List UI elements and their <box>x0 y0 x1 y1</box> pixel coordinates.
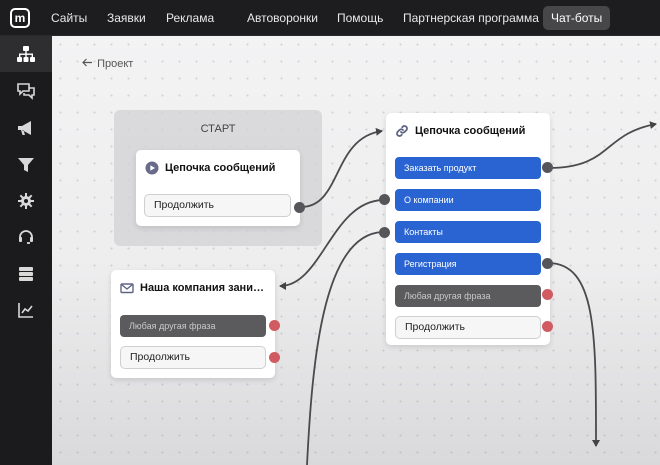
filter-icon[interactable] <box>15 154 37 176</box>
company-message-card[interactable]: Наша компания заним... Любая другая фраз… <box>111 270 275 378</box>
chain-continue-button[interactable]: Продолжить <box>395 316 541 339</box>
nav-item-help[interactable]: Помощь <box>337 0 383 36</box>
new-badge: new <box>211 0 224 3</box>
chain-button-registration[interactable]: Регистрация <box>395 253 541 275</box>
sidebar <box>0 36 52 465</box>
megaphone-icon[interactable] <box>15 117 37 139</box>
flow-canvas[interactable]: Проект СТАРТ Цепочка сообщений Продолжит… <box>52 36 660 465</box>
nav-item-partner-program[interactable]: Партнерская программа <box>403 0 539 36</box>
play-icon <box>145 161 159 180</box>
company-continue-connector[interactable] <box>269 352 280 363</box>
analytics-icon[interactable] <box>15 299 37 321</box>
order-product-connector[interactable] <box>542 162 553 173</box>
gear-icon[interactable] <box>15 190 37 212</box>
app-logo[interactable]: m <box>10 8 30 28</box>
chain-other-phrase-connector[interactable] <box>542 289 553 300</box>
chain-button-about-company[interactable]: О компании <box>395 189 541 211</box>
message-chain-card[interactable]: Цепочка сообщений Заказать продукт О ком… <box>386 113 550 345</box>
connection-lines <box>279 121 657 465</box>
nav-item-ads[interactable]: Реклама new <box>166 0 224 36</box>
chain-input-connector-1[interactable] <box>379 194 390 205</box>
chat-icon[interactable] <box>15 79 37 101</box>
start-card-title: Цепочка сообщений <box>165 162 276 174</box>
envelope-icon <box>120 281 134 300</box>
chain-button-order-product[interactable]: Заказать продукт <box>395 157 541 179</box>
chain-button-contacts[interactable]: Контакты <box>395 221 541 243</box>
start-continue-connector[interactable] <box>294 202 305 213</box>
database-icon[interactable] <box>15 263 37 285</box>
top-navigation-bar: m Сайты Заявки Реклама new Автоворонки П… <box>0 0 660 36</box>
company-card-title: Наша компания заним... <box>140 282 268 294</box>
nav-item-ads-label: Реклама <box>166 11 215 25</box>
company-other-phrase-connector[interactable] <box>269 320 280 331</box>
sitemap-icon[interactable] <box>15 43 37 65</box>
nav-item-autofunnels[interactable]: Автоворонки <box>247 0 318 36</box>
start-continue-button[interactable]: Продолжить <box>144 194 291 217</box>
chain-card-title: Цепочка сообщений <box>415 125 526 137</box>
nav-item-chatbots[interactable]: Чат-боты <box>543 6 611 30</box>
link-icon <box>395 124 409 143</box>
headset-icon[interactable] <box>15 226 37 248</box>
company-continue-button[interactable]: Продолжить <box>120 346 266 369</box>
start-chain-card[interactable]: Цепочка сообщений Продолжить <box>136 150 300 226</box>
chain-input-connector-2[interactable] <box>379 227 390 238</box>
nav-item-sites[interactable]: Сайты <box>51 0 87 36</box>
registration-connector[interactable] <box>542 258 553 269</box>
chain-continue-connector[interactable] <box>542 321 553 332</box>
chain-other-phrase-button[interactable]: Любая другая фраза <box>395 285 541 307</box>
nav-item-requests[interactable]: Заявки <box>107 0 146 36</box>
company-other-phrase-button[interactable]: Любая другая фраза <box>120 315 266 337</box>
